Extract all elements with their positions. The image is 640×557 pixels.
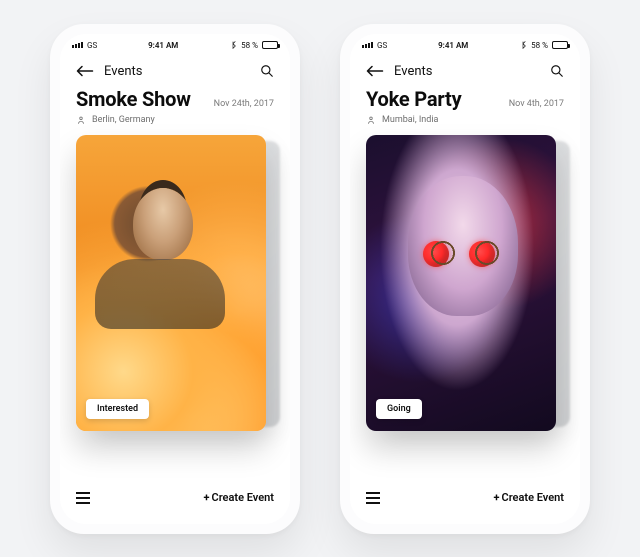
plus-icon: +	[494, 491, 500, 504]
menu-button[interactable]	[76, 492, 90, 504]
battery-icon	[552, 41, 568, 49]
status-bar: GS 9:41 AM 58 %	[350, 34, 580, 52]
search-icon	[260, 64, 274, 78]
nav-title: Events	[104, 64, 142, 79]
phone-mockup: GS 9:41 AM 58 % Events Yoke Party	[340, 24, 590, 534]
nav-bar: Events	[60, 52, 290, 81]
phone-mockup: GS 9:41 AM 58 % Events Smoke Show	[50, 24, 300, 534]
location-icon	[76, 115, 86, 125]
bottom-bar: +Create Event	[350, 480, 580, 524]
arrow-left-icon	[366, 65, 384, 77]
carrier-label: GS	[87, 41, 97, 50]
card-stack: Going	[350, 135, 580, 480]
create-event-button[interactable]: +Create Event	[204, 491, 275, 504]
event-header: Yoke Party Nov 4th, 2017 Mumbai, India	[350, 81, 580, 135]
card-stack: Interested	[60, 135, 290, 480]
event-title: Smoke Show	[76, 87, 191, 111]
create-event-label: Create Event	[212, 491, 275, 504]
plus-icon: +	[204, 491, 210, 504]
bluetooth-icon	[229, 41, 237, 49]
carrier-label: GS	[377, 41, 387, 50]
create-event-label: Create Event	[502, 491, 565, 504]
event-card[interactable]: Interested	[76, 135, 266, 431]
menu-button[interactable]	[366, 492, 380, 504]
nav-title: Events	[394, 64, 432, 79]
bottom-bar: +Create Event	[60, 480, 290, 524]
event-card-image	[366, 135, 556, 431]
status-bar: GS 9:41 AM 58 %	[60, 34, 290, 52]
battery-icon	[262, 41, 278, 49]
hamburger-icon	[76, 492, 90, 494]
phone-screen: GS 9:41 AM 58 % Events Smoke Show	[60, 34, 290, 524]
search-button[interactable]	[550, 64, 564, 78]
signal-icon	[72, 42, 83, 48]
rsvp-chip[interactable]: Going	[376, 399, 422, 419]
arrow-left-icon	[76, 65, 94, 77]
event-title: Yoke Party	[366, 87, 461, 111]
create-event-button[interactable]: +Create Event	[494, 491, 565, 504]
bluetooth-icon	[519, 41, 527, 49]
search-icon	[550, 64, 564, 78]
search-button[interactable]	[260, 64, 274, 78]
status-time: 9:41 AM	[438, 41, 468, 50]
event-card-image	[76, 135, 266, 431]
event-header: Smoke Show Nov 24th, 2017 Berlin, German…	[60, 81, 290, 135]
phone-screen: GS 9:41 AM 58 % Events Yoke Party	[350, 34, 580, 524]
event-date: Nov 4th, 2017	[509, 99, 564, 109]
rsvp-chip[interactable]: Interested	[86, 399, 149, 419]
status-time: 9:41 AM	[148, 41, 178, 50]
event-card[interactable]: Going	[366, 135, 556, 431]
hamburger-icon	[366, 492, 380, 494]
back-button[interactable]	[76, 65, 94, 77]
battery-percent: 58 %	[531, 41, 548, 50]
nav-bar: Events	[350, 52, 580, 81]
back-button[interactable]	[366, 65, 384, 77]
event-location: Berlin, Germany	[92, 115, 155, 125]
event-location: Mumbai, India	[382, 115, 438, 125]
event-date: Nov 24th, 2017	[214, 99, 274, 109]
battery-percent: 58 %	[241, 41, 258, 50]
location-icon	[366, 115, 376, 125]
signal-icon	[362, 42, 373, 48]
